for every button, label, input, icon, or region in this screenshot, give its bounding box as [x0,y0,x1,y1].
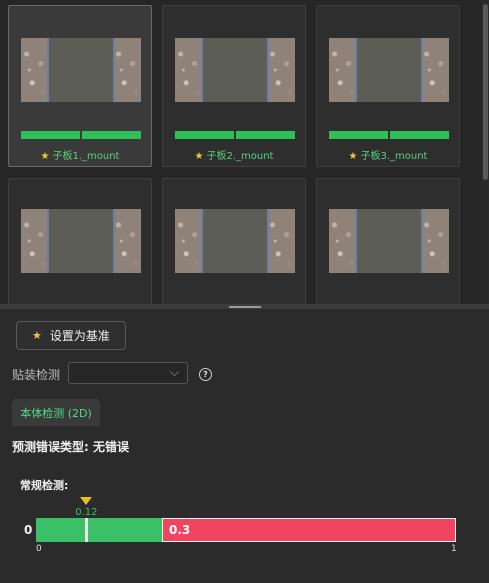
thumbnail-card-1[interactable]: ★ 子板1._mount [8,5,152,167]
thumbnail-card-2[interactable]: ★ 子板2._mount [162,5,306,167]
thumbnail-caption-text: 子板2._mount [206,151,274,162]
component-image [329,38,449,102]
status-bars [21,131,141,139]
splitter-handle[interactable] [229,306,261,308]
thumbnail-caption: ★ 子板1._mount [9,147,151,162]
component-image [175,38,295,102]
component-image [329,209,449,273]
status-bar [390,131,449,139]
mount-detection-label: 贴装检测 [12,368,61,382]
thumbnail-card-6[interactable] [316,178,460,304]
score-needle [85,518,89,542]
axis-max-label: 1 [451,544,457,554]
marker-value: 0.12 [75,507,98,518]
star-icon: ★ [32,329,42,342]
scrollbar-thumb[interactable] [483,4,488,180]
tab-body-detection-2d[interactable]: 本体检测 (2D) [12,399,100,426]
thumbnail-caption-text: 子板1._mount [52,151,120,162]
thumbnail-caption: ★ 子板2._mount [163,147,305,162]
pass-range [36,518,162,542]
status-bar [175,131,234,139]
regular-detection-title: 常规检测: [20,479,69,492]
status-bar [236,131,295,139]
component-image [21,209,141,273]
help-icon[interactable]: ? [199,368,212,381]
axis-min-label: 0 [36,544,42,554]
chevron-down-icon: ⌵ [169,365,179,379]
score-gauge: 0.3 0.12 [36,497,456,542]
status-bar [329,131,388,139]
set-as-baseline-button[interactable]: ★ 设置为基准 [16,321,126,350]
thumbnail-card-3[interactable]: ★ 子板3._mount [316,5,460,167]
thumbnail-gallery: ★ 子板1._mount ★ 子板2._mount ★ 子板3._mount [0,0,489,304]
thumbnail-caption: ★ 子板3._mount [317,147,459,162]
prediction-error-type: 预测错误类型: 无错误 [12,440,129,454]
status-bars [329,131,449,139]
thumbnail-caption-text: 子板3._mount [360,151,428,162]
star-icon: ★ [194,151,204,162]
thumbnail-card-4[interactable] [8,178,152,304]
star-icon: ★ [348,151,358,162]
fail-range: 0.3 [162,518,456,542]
component-image [175,209,295,273]
score-value: 0 [24,523,33,537]
threshold-label: 0.3 [169,523,191,537]
marker-triangle-icon [80,497,93,505]
status-bar [82,131,141,139]
component-image [21,38,141,102]
gallery-scrollbar[interactable] [481,0,489,304]
thumbnail-card-5[interactable] [162,178,306,304]
mount-detection-select[interactable]: ⌵ [68,362,188,384]
status-bar [21,131,80,139]
set-as-baseline-label: 设置为基准 [49,329,110,343]
status-bars [175,131,295,139]
star-icon: ★ [40,151,50,162]
